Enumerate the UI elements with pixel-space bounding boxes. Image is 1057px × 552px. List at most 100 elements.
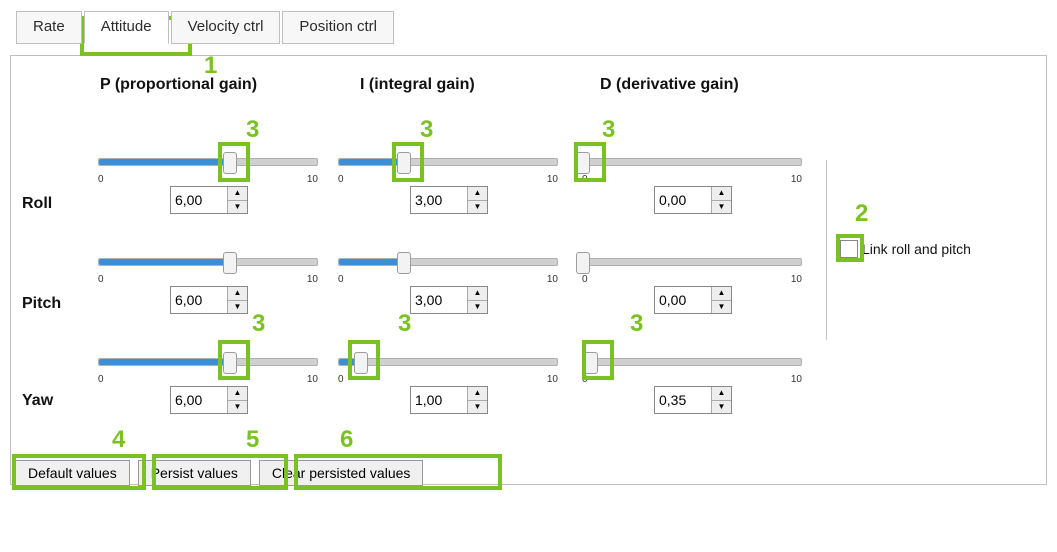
scale-max: 10 — [547, 174, 558, 185]
tab-rate[interactable]: Rate — [16, 11, 82, 44]
spinner-down-yaw-d[interactable]: ▼ — [712, 401, 731, 414]
spinner-up-pitch-i[interactable]: ▲ — [468, 287, 487, 301]
slider-thumb-yaw-i[interactable] — [354, 352, 368, 374]
separator — [826, 160, 827, 340]
link-roll-pitch-row: Link roll and pitch — [840, 240, 971, 258]
spinner-down-yaw-i[interactable]: ▼ — [468, 401, 487, 414]
slider-cell-roll-d: 0 10 ▲▼ — [582, 158, 802, 228]
col-header-p: P (proportional gain) — [100, 76, 257, 94]
slider-cell-yaw-i: 010▲▼ — [338, 358, 558, 428]
slider-thumb-pitch-d[interactable] — [576, 252, 590, 274]
spinner-down-pitch-p[interactable]: ▼ — [228, 301, 247, 314]
spinner-down-yaw-p[interactable]: ▼ — [228, 401, 247, 414]
slider-cell-pitch-d: 010 ▲▼ — [582, 258, 802, 328]
slider-scale: 0 10 — [338, 174, 558, 185]
scale-min: 0 — [98, 174, 104, 185]
spinner-pitch-i: ▲▼ — [410, 286, 488, 314]
spinner-input-roll-d[interactable] — [655, 187, 711, 213]
spinner-down-pitch-i[interactable]: ▼ — [468, 301, 487, 314]
scale-max: 10 — [307, 374, 318, 385]
spinner-input-roll-p[interactable] — [171, 187, 227, 213]
tab-attitude[interactable]: Attitude — [84, 11, 169, 44]
slider-scale: 0 10 — [98, 374, 318, 385]
spinner-down-roll-i[interactable]: ▼ — [468, 201, 487, 214]
spinner-down-pitch-d[interactable]: ▼ — [712, 301, 731, 314]
spinner-pitch-p: ▲▼ — [170, 286, 248, 314]
slider-scale: 010 — [338, 374, 558, 385]
spinner-yaw-i: ▲▼ — [410, 386, 488, 414]
slider-yaw-d[interactable] — [582, 358, 802, 366]
scale-min: 0 — [582, 174, 588, 185]
slider-thumb-yaw-p[interactable] — [223, 352, 237, 374]
spinner-up-roll-d[interactable]: ▲ — [712, 187, 731, 201]
slider-cell-roll-p: 010▲▼ — [98, 158, 318, 228]
scale-min: 0 — [582, 374, 588, 385]
slider-thumb-roll-i[interactable] — [397, 152, 411, 174]
scale-max: 10 — [547, 274, 558, 285]
slider-cell-pitch-i: 0 10 ▲▼ — [338, 258, 558, 328]
tab-velocity-ctrl[interactable]: Velocity ctrl — [171, 11, 281, 44]
scale-max: 10 — [791, 174, 802, 185]
slider-roll-d[interactable] — [582, 158, 802, 166]
slider-yaw-i[interactable] — [338, 358, 558, 366]
slider-scale: 0 10 — [582, 374, 802, 385]
spinner-input-pitch-p[interactable] — [171, 287, 227, 313]
scale-max: 10 — [307, 274, 318, 285]
spinner-up-roll-i[interactable]: ▲ — [468, 187, 487, 201]
spinner-down-roll-p[interactable]: ▼ — [228, 201, 247, 214]
spinner-up-yaw-p[interactable]: ▲ — [228, 387, 247, 401]
spinner-input-pitch-i[interactable] — [411, 287, 467, 313]
spinner-yaw-p: ▲▼ — [170, 386, 248, 414]
spinner-down-roll-d[interactable]: ▼ — [712, 201, 731, 214]
slider-roll-p[interactable] — [98, 158, 318, 166]
slider-scale: 0 10 — [338, 274, 558, 285]
spinner-roll-i: ▲▼ — [410, 186, 488, 214]
default-values-button[interactable]: Default values — [15, 460, 130, 486]
link-roll-pitch-checkbox[interactable] — [840, 240, 858, 258]
slider-scale: 010 — [582, 274, 802, 285]
row-label-pitch: Pitch — [22, 295, 61, 313]
slider-thumb-pitch-p[interactable] — [223, 252, 237, 274]
row-label-roll: Roll — [22, 195, 52, 213]
scale-min: 0 — [98, 374, 104, 385]
spinner-up-pitch-p[interactable]: ▲ — [228, 287, 247, 301]
spinner-input-yaw-p[interactable] — [171, 387, 227, 413]
tab-bar: Rate Attitude Velocity ctrl Position ctr… — [16, 10, 1057, 43]
spinner-yaw-d: ▲▼ — [654, 386, 732, 414]
slider-cell-yaw-d: 0 10 ▲▼ — [582, 358, 802, 428]
clear-persisted-values-button[interactable]: Clear persisted values — [259, 460, 424, 486]
row-label-yaw: Yaw — [22, 392, 53, 410]
scale-min: 0 — [338, 274, 344, 285]
slider-cell-pitch-p: 010▲▼ — [98, 258, 318, 328]
scale-max: 10 — [791, 374, 802, 385]
slider-thumb-roll-p[interactable] — [223, 152, 237, 174]
slider-pitch-i[interactable] — [338, 258, 558, 266]
spinner-up-roll-p[interactable]: ▲ — [228, 187, 247, 201]
spinner-up-pitch-d[interactable]: ▲ — [712, 287, 731, 301]
spinner-up-yaw-d[interactable]: ▲ — [712, 387, 731, 401]
scale-min: 0 — [338, 174, 344, 185]
spinner-input-yaw-i[interactable] — [411, 387, 467, 413]
slider-cell-roll-i: 0 10 ▲▼ — [338, 158, 558, 228]
spinner-up-yaw-i[interactable]: ▲ — [468, 387, 487, 401]
scale-max: 10 — [547, 374, 558, 385]
slider-thumb-pitch-i[interactable] — [397, 252, 411, 274]
slider-thumb-roll-d[interactable] — [576, 152, 590, 174]
spinner-roll-p: ▲▼ — [170, 186, 248, 214]
slider-thumb-yaw-d[interactable] — [584, 352, 598, 374]
col-header-d: D (derivative gain) — [600, 76, 739, 94]
scale-min: 0 — [582, 274, 588, 285]
spinner-input-yaw-d[interactable] — [655, 387, 711, 413]
tab-position-ctrl[interactable]: Position ctrl — [282, 11, 394, 44]
slider-pitch-d[interactable] — [582, 258, 802, 266]
slider-scale: 0 10 — [582, 174, 802, 185]
persist-values-button[interactable]: Persist values — [138, 460, 251, 486]
slider-pitch-p[interactable] — [98, 258, 318, 266]
slider-scale: 010 — [98, 174, 318, 185]
slider-roll-i[interactable] — [338, 158, 558, 166]
slider-yaw-p[interactable] — [98, 358, 318, 366]
spinner-input-roll-i[interactable] — [411, 187, 467, 213]
spinner-input-pitch-d[interactable] — [655, 287, 711, 313]
link-roll-pitch-label: Link roll and pitch — [862, 241, 971, 257]
bottom-button-row: Default values Persist values Clear pers… — [15, 460, 423, 486]
